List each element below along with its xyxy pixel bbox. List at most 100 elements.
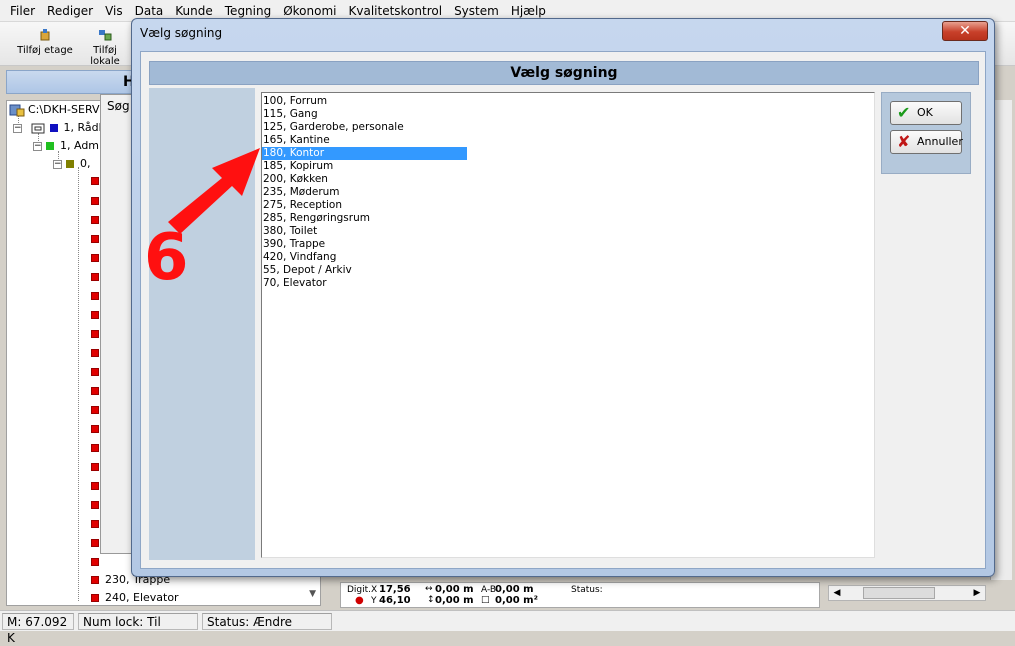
room-leaf-icon[interactable] — [91, 406, 99, 414]
list-item-kopirum[interactable]: 185, Kopirum — [262, 160, 467, 173]
tree-root[interactable]: C:\DKH-SERVER — [9, 103, 114, 117]
menu-tegning[interactable]: Tegning — [219, 4, 277, 18]
room-leaf-icon[interactable] — [91, 197, 99, 205]
cancel-button[interactable]: ✘ Annuller — [890, 130, 963, 154]
menu-oekonomi[interactable]: Økonomi — [277, 4, 342, 18]
room-leaf-icon[interactable] — [91, 273, 99, 281]
menu-filer[interactable]: Filer — [4, 4, 41, 18]
room-leaf-icon[interactable] — [91, 387, 99, 395]
memory-status: M: 67.092 K — [2, 613, 74, 645]
list-item-koekken[interactable]: 200, Køkken — [262, 173, 467, 186]
x-value: 17,56 — [379, 584, 411, 595]
list-item-kantine[interactable]: 165, Kantine — [262, 134, 467, 147]
list-item-rengoeringsrum[interactable]: 285, Rengøringsrum — [262, 212, 467, 225]
coordinates-bar: Digit. X 17,56 ● Y 46,10 ↔ 0,00 m ↕ 0,00… — [340, 582, 820, 608]
list-item-kontor[interactable]: 180, Kontor — [262, 147, 467, 160]
collapse-icon[interactable]: − — [53, 159, 62, 169]
blue-square-icon — [49, 124, 58, 132]
room-leaf-icon[interactable] — [91, 216, 99, 224]
room-leaf-icon[interactable] — [91, 330, 99, 338]
scroll-right-icon[interactable]: ▶ — [969, 586, 985, 600]
add-floor-icon — [40, 29, 50, 41]
room-leaf-icon[interactable] — [91, 177, 99, 185]
list-item-moederum[interactable]: 235, Møderum — [262, 186, 467, 199]
tree-node-floor[interactable]: − 0, — [53, 157, 91, 171]
annotation-step-number: 6 — [144, 221, 189, 295]
distance-value-2: 0,00 m — [435, 595, 474, 606]
dialog-heading: Vælg søgning — [149, 61, 979, 85]
menu-system[interactable]: System — [448, 4, 505, 18]
check-icon: ✔ — [897, 103, 911, 122]
list-item-reception[interactable]: 275, Reception — [262, 199, 467, 212]
room-leaf-icon[interactable] — [91, 292, 99, 300]
status-bar: M: 67.092 K Num lock: Til Status: Ændre — [0, 610, 1015, 645]
search-panel-title: Søg — [107, 99, 130, 113]
add-room-button[interactable]: Tilføj lokale — [78, 26, 132, 67]
tree-line — [78, 167, 79, 601]
room-leaf-icon[interactable] — [91, 520, 99, 528]
height-icon: ↕ — [427, 595, 435, 605]
olive-square-icon — [66, 160, 74, 168]
x-label: X — [371, 585, 378, 595]
room-leaf-icon[interactable] — [91, 482, 99, 490]
room-leaf-icon[interactable] — [91, 463, 99, 471]
tree-leaf-elevator-label: 240, Elevator — [105, 591, 179, 604]
list-item-elevator[interactable]: 70, Elevator — [262, 277, 467, 290]
close-icon: ✕ — [959, 23, 971, 39]
room-leaf-icon[interactable] — [91, 425, 99, 433]
building-icon — [31, 123, 44, 134]
numlock-status: Num lock: Til — [78, 613, 198, 630]
list-item-vindfang[interactable]: 420, Vindfang — [262, 251, 467, 264]
room-leaf-icon — [91, 594, 99, 602]
room-leaf-icon[interactable] — [91, 311, 99, 319]
tree-node-building[interactable]: − 1, Rådh — [13, 121, 106, 135]
room-leaf-icon — [91, 576, 99, 584]
ok-button[interactable]: ✔ OK — [890, 101, 962, 125]
search-listbox[interactable]: 100, Forrum 115, Gang 125, Garderobe, pe… — [261, 92, 875, 558]
red-dot-icon: ● — [355, 595, 364, 606]
room-leaf-icon[interactable] — [91, 235, 99, 243]
close-button[interactable]: ✕ — [942, 21, 988, 41]
room-leaf-icon[interactable] — [91, 444, 99, 452]
tree-leaf-elevator[interactable]: 240, Elevator — [91, 591, 179, 605]
coords-status-label: Status: — [571, 585, 603, 595]
list-item-toilet[interactable]: 380, Toilet — [262, 225, 467, 238]
dialog-body: Vælg søgning 100, Forrum 115, Gang 125, … — [140, 51, 986, 569]
area-icon: □ — [481, 595, 490, 605]
menu-vis[interactable]: Vis — [99, 4, 129, 18]
list-item-depot-arkiv[interactable]: 55, Depot / Arkiv — [262, 264, 467, 277]
scroll-thumb[interactable] — [863, 587, 935, 599]
room-leaf-icon[interactable] — [91, 368, 99, 376]
tree-node-administration[interactable]: − 1, Adm — [33, 139, 99, 153]
add-room-label: Tilføj lokale — [90, 45, 120, 67]
add-floor-label: Tilføj etage — [17, 45, 73, 56]
room-leaf-icon[interactable] — [91, 539, 99, 547]
select-search-dialog: Vælg søgning ✕ Vælg søgning 100, Forrum … — [131, 18, 995, 577]
area-value: 0,00 m² — [495, 595, 538, 606]
collapse-icon[interactable]: − — [33, 141, 42, 151]
list-item-garderobe[interactable]: 125, Garderobe, personale — [262, 121, 467, 134]
scroll-down-icon[interactable]: ▼ — [309, 589, 316, 599]
room-leaf-icon[interactable] — [91, 349, 99, 357]
room-leaf-icon[interactable] — [91, 254, 99, 262]
list-item-forrum[interactable]: 100, Forrum — [262, 95, 467, 108]
cancel-x-icon: ✘ — [897, 132, 911, 151]
tree-node-administration-label: 1, Adm — [60, 139, 100, 152]
edit-status: Status: Ændre — [202, 613, 332, 630]
menu-kunde[interactable]: Kunde — [169, 4, 218, 18]
room-leaf-icon[interactable] — [91, 558, 99, 566]
list-item-gang[interactable]: 115, Gang — [262, 108, 467, 121]
horizontal-scrollbar[interactable]: ◀ ▶ — [828, 585, 986, 601]
add-floor-button[interactable]: Tilføj etage — [16, 26, 74, 62]
ab-value: 0,00 m — [495, 584, 534, 595]
list-item-trappe[interactable]: 390, Trappe — [262, 238, 467, 251]
green-square-icon — [46, 142, 54, 150]
menu-hjaelp[interactable]: Hjælp — [505, 4, 552, 18]
y-value: 46,10 — [379, 595, 411, 606]
collapse-icon[interactable]: − — [13, 123, 22, 133]
menu-kvalitetskontrol[interactable]: Kvalitetskontrol — [343, 4, 449, 18]
menu-data[interactable]: Data — [129, 4, 170, 18]
scroll-left-icon[interactable]: ◀ — [829, 586, 845, 600]
menu-rediger[interactable]: Rediger — [41, 4, 99, 18]
room-leaf-icon[interactable] — [91, 501, 99, 509]
